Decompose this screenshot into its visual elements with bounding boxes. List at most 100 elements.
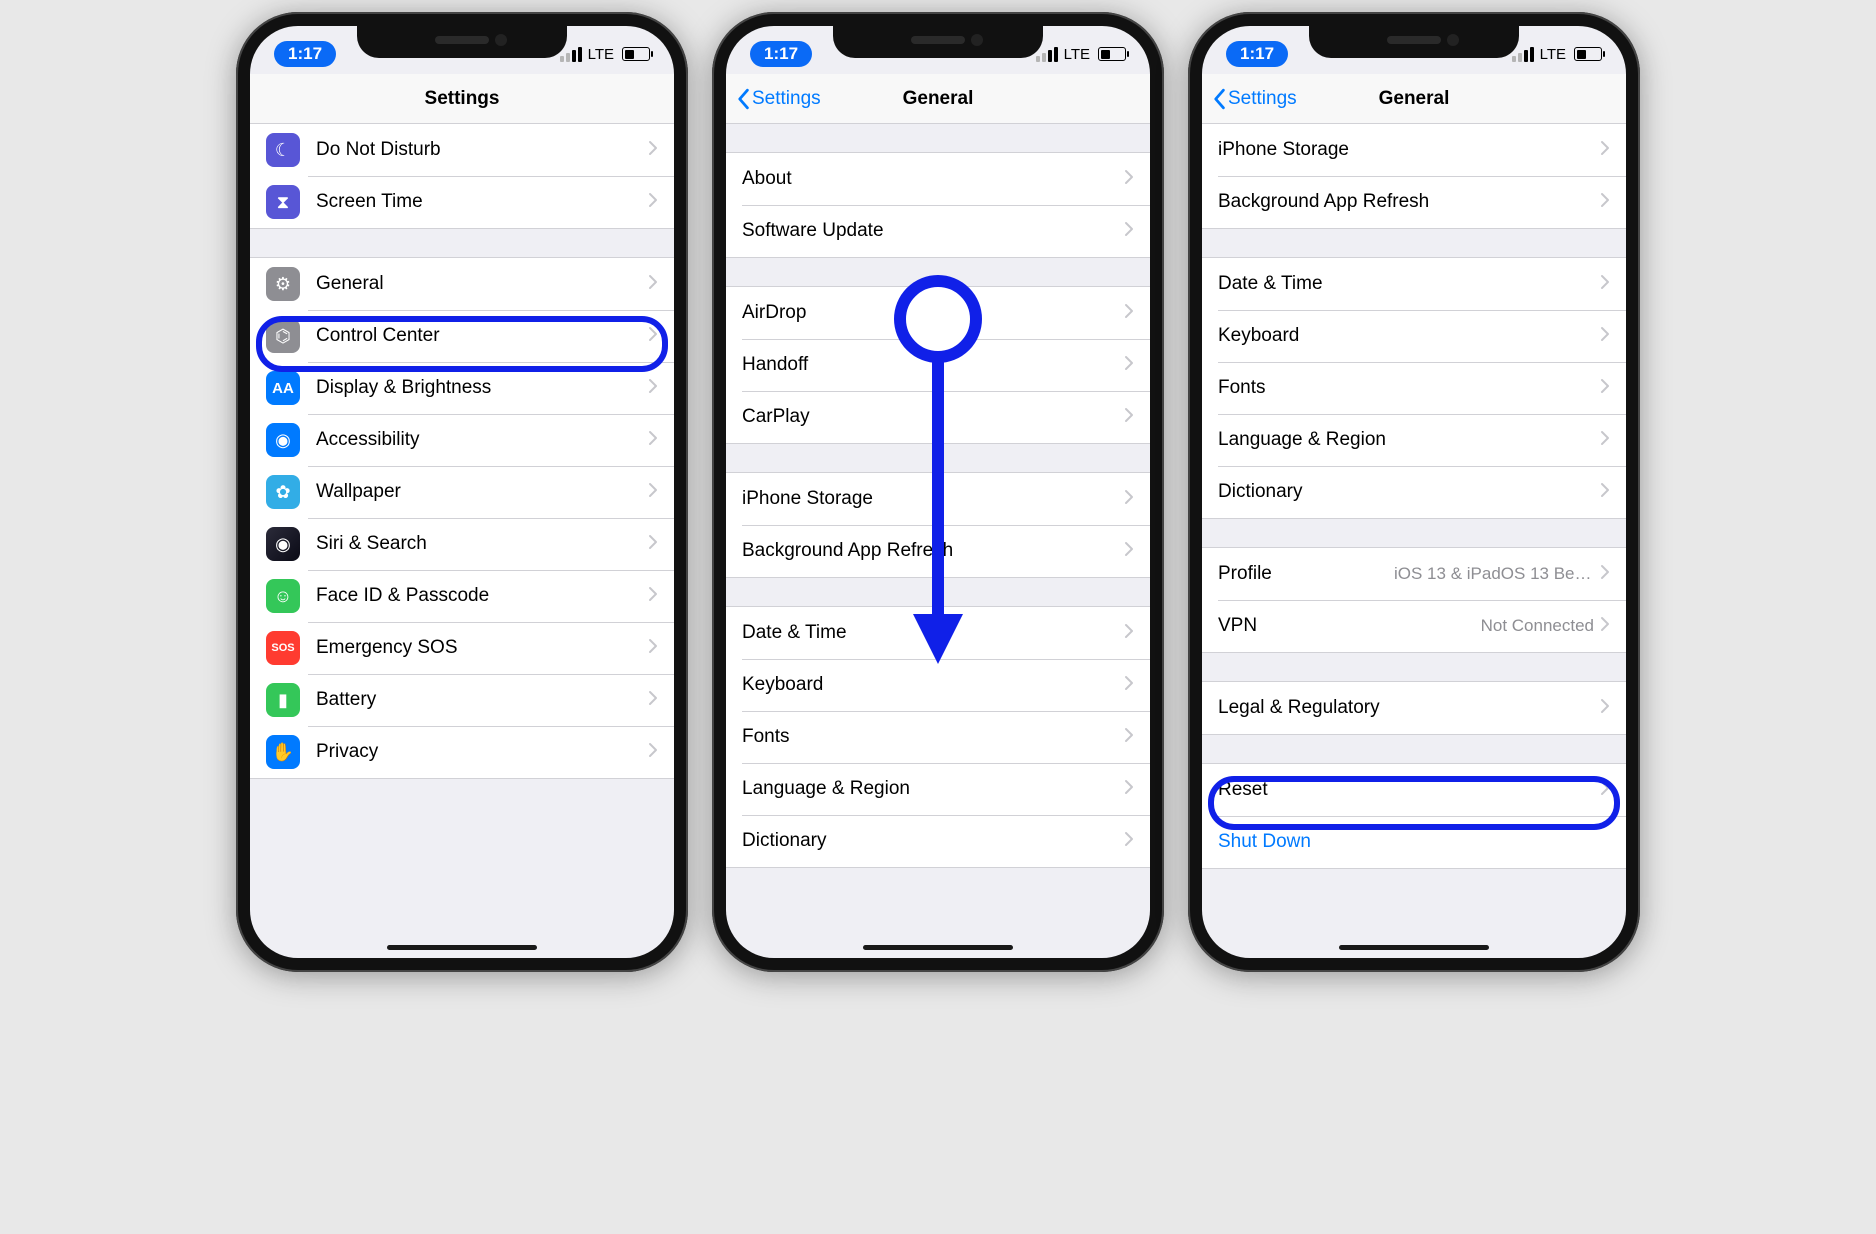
notch [1309,26,1519,58]
settings-row[interactable]: Language & Region [1202,414,1626,466]
sos-icon: SOS [266,631,300,665]
row-label: Keyboard [1218,325,1600,347]
settings-row[interactable]: iPhone Storage [1202,124,1626,176]
settings-row[interactable]: Dictionary [726,815,1150,867]
battery-icon: ▮ [266,683,300,717]
chevron-right-icon [1600,430,1610,451]
content-area[interactable]: iPhone StorageBackground App Refresh Date… [1202,124,1626,958]
settings-row[interactable]: AirDrop [726,287,1150,339]
settings-row[interactable]: Background App Refresh [1202,176,1626,228]
settings-row[interactable]: VPNNot Connected [1202,600,1626,652]
settings-row[interactable]: iPhone Storage [726,473,1150,525]
row-detail: Not Connected [1481,616,1594,636]
moon-icon: ☾ [266,133,300,167]
settings-row[interactable]: ☾ Do Not Disturb [250,124,674,176]
row-label: Wallpaper [316,481,648,503]
settings-row[interactable]: ▮ Battery [250,674,674,726]
home-indicator[interactable] [863,945,1013,950]
settings-row[interactable]: Fonts [726,711,1150,763]
settings-row[interactable]: Date & Time [726,607,1150,659]
back-button[interactable]: Settings [736,74,821,123]
row-label: Siri & Search [316,533,648,555]
content-area[interactable]: ☾ Do Not Disturb ⧗Screen Time ⚙︎General ⌬ Con… [250,124,674,958]
chevron-right-icon [1124,623,1134,644]
settings-row[interactable]: ☺Face ID & Passcode [250,570,674,622]
settings-row[interactable]: CarPlay [726,391,1150,443]
carrier-label: LTE [1064,46,1090,63]
row-label: Language & Region [742,778,1124,800]
row-label: Fonts [1218,377,1600,399]
settings-group: About Software Update [726,152,1150,258]
chevron-left-icon [1212,88,1226,110]
settings-row[interactable]: ✿Wallpaper [250,466,674,518]
settings-row[interactable]: Keyboard [1202,310,1626,362]
siri-icon: ◉ [266,527,300,561]
settings-row[interactable]: ProfileiOS 13 & iPadOS 13 Beta Softwar..… [1202,548,1626,600]
nav-title: General [903,88,974,110]
accessibility-icon: ◉ [266,423,300,457]
settings-row[interactable]: Language & Region [726,763,1150,815]
row-label: Dictionary [1218,481,1600,503]
row-label: Battery [316,689,648,711]
row-label: Fonts [742,726,1124,748]
chevron-right-icon [648,274,658,295]
chevron-right-icon [1124,355,1134,376]
row-label: Background App Refresh [742,540,1124,562]
settings-group: Date & Time Keyboard Fonts Language & Regio… [726,606,1150,868]
home-indicator[interactable] [1339,945,1489,950]
chevron-right-icon [1600,482,1610,503]
row-label: Shut Down [1218,831,1610,853]
toggles-icon: ⌬ [266,319,300,353]
home-indicator[interactable] [387,945,537,950]
settings-row[interactable]: Legal & Regulatory [1202,682,1626,734]
chevron-right-icon [1124,675,1134,696]
battery-icon [622,47,650,61]
row-label: About [742,168,1124,190]
phone-frame-2: 1:17 LTE Settings General About Software … [712,12,1164,972]
row-label: Display & Brightness [316,377,648,399]
chevron-left-icon [736,88,750,110]
battery-icon [1574,47,1602,61]
row-label: iPhone Storage [742,488,1124,510]
content-area[interactable]: About Software Update AirDropHandoffCarPla… [726,124,1150,958]
row-label: Keyboard [742,674,1124,696]
settings-row[interactable]: AADisplay & Brightness [250,362,674,414]
chevron-right-icon [1124,541,1134,562]
settings-row[interactable]: SOS Emergency SOS [250,622,674,674]
back-label: Settings [1228,88,1297,110]
row-label: Do Not Disturb [316,139,648,161]
settings-row[interactable]: Date & Time [1202,258,1626,310]
chevron-right-icon [648,430,658,451]
settings-row[interactable]: About [726,153,1150,205]
chevron-right-icon [648,638,658,659]
row-label: Control Center [316,325,648,347]
row-label: Date & Time [742,622,1124,644]
settings-row[interactable]: Shut Down [1202,816,1626,868]
settings-row[interactable]: Background App Refresh [726,525,1150,577]
settings-row[interactable]: ⚙︎General [250,258,674,310]
row-label: Emergency SOS [316,637,648,659]
settings-row[interactable]: Handoff [726,339,1150,391]
back-button[interactable]: Settings [1212,74,1297,123]
settings-row[interactable]: ⌬ Control Center [250,310,674,362]
chevron-right-icon [648,482,658,503]
settings-row[interactable]: Software Update [726,205,1150,257]
chevron-right-icon [1124,221,1134,242]
settings-group: ☾ Do Not Disturb ⧗Screen Time [250,124,674,229]
settings-row[interactable]: ✋Privacy [250,726,674,778]
chevron-right-icon [648,586,658,607]
chevron-right-icon [1600,616,1610,637]
nav-title: General [1379,88,1450,110]
settings-row[interactable]: Reset [1202,764,1626,816]
status-time: 1:17 [750,41,812,67]
nav-title: Settings [425,88,500,110]
settings-row[interactable]: ◉Accessibility [250,414,674,466]
chevron-right-icon [648,742,658,763]
settings-row[interactable]: Dictionary [1202,466,1626,518]
chevron-right-icon [1124,831,1134,852]
settings-row[interactable]: Fonts [1202,362,1626,414]
settings-row[interactable]: ◉ Siri & Search [250,518,674,570]
settings-row[interactable]: ⧗Screen Time [250,176,674,228]
row-label: Date & Time [1218,273,1600,295]
settings-row[interactable]: Keyboard [726,659,1150,711]
